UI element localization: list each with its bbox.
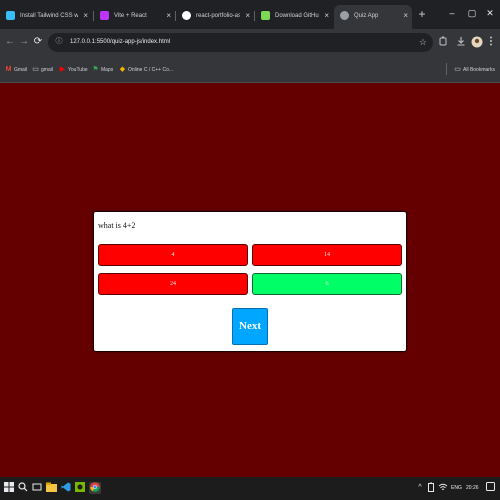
bookmark-gmail-folder[interactable]: ▭ gmail — [32, 64, 53, 76]
browser-window: Install Tailwind CSS with × Vite + React… — [0, 0, 500, 500]
forward-button[interactable]: → — [17, 35, 31, 49]
extensions-icon[interactable] — [437, 36, 449, 48]
wifi-icon[interactable] — [437, 482, 449, 494]
tab-quiz-app[interactable]: Quiz App × — [334, 5, 412, 29]
tab-title: Quiz App — [354, 13, 379, 19]
folder-icon: ▭ — [32, 66, 39, 73]
site-info-icon[interactable]: ⓘ — [53, 36, 65, 48]
menu-icon[interactable] — [485, 36, 497, 48]
bookmark-label: gmail — [41, 67, 53, 73]
close-tab-icon[interactable]: × — [166, 5, 171, 27]
battery-icon[interactable] — [425, 482, 437, 494]
windows-start-icon[interactable] — [3, 482, 15, 494]
github-desktop-favicon-icon — [261, 11, 270, 20]
clock[interactable]: 20:26 — [466, 477, 479, 500]
task-view-icon[interactable] — [31, 482, 43, 494]
minimize-button[interactable]: – — [444, 5, 460, 21]
tab-tailwind[interactable]: Install Tailwind CSS with × — [0, 5, 92, 27]
address-bar[interactable]: ⓘ 127.0.0.1:5500/quiz-app-js/index.html … — [48, 33, 433, 52]
maps-icon: ⚑ — [92, 66, 99, 73]
taskbar: ^ ENG 20:26 — [0, 477, 500, 500]
tab-title: Download GitHub client — [275, 13, 319, 19]
tab-strip: Install Tailwind CSS with × Vite + React… — [0, 0, 500, 29]
tab-github-repo[interactable]: react-portfolio-assets-l × — [176, 5, 254, 27]
answer-button-4[interactable]: 6 — [252, 273, 402, 295]
new-tab-button[interactable]: + — [415, 5, 429, 23]
answer-button-2[interactable]: 14 — [252, 244, 402, 266]
tab-title: Vite + React — [114, 13, 147, 19]
bookmark-online-compiler[interactable]: ◆ Online C / C++ Co... — [119, 64, 173, 76]
bookmark-maps[interactable]: ⚑ Maps — [92, 64, 113, 76]
bookmark-gmail[interactable]: M Gmail — [5, 64, 27, 76]
notification-icon[interactable] — [484, 482, 496, 494]
bookmark-label: Gmail — [14, 67, 28, 73]
reload-button[interactable]: ⟳ — [31, 35, 45, 49]
answer-button-1[interactable]: 4 — [98, 244, 248, 266]
folder-icon: ▭ — [454, 66, 461, 73]
download-icon[interactable] — [455, 36, 467, 48]
tab-vite-react[interactable]: Vite + React × — [94, 5, 175, 27]
code-icon: ◆ — [119, 66, 126, 73]
bookmark-star-icon[interactable]: ☆ — [419, 35, 427, 49]
gmail-icon: M — [5, 66, 12, 73]
all-bookmarks-button[interactable]: ▭ All Bookmarks — [454, 64, 495, 76]
youtube-icon: ▶ — [59, 66, 66, 73]
all-bookmarks-label: All Bookmarks — [463, 67, 495, 73]
bookmark-label: Online C / C++ Co... — [128, 67, 174, 73]
answer-button-3[interactable]: 24 — [98, 273, 248, 295]
bookmark-label: Maps — [101, 67, 114, 73]
back-button[interactable]: ← — [3, 35, 17, 49]
close-tab-icon[interactable]: × — [83, 5, 88, 27]
question-text: what is 4+2 — [98, 221, 136, 230]
vscode-icon[interactable] — [60, 482, 72, 494]
github-favicon-icon — [182, 11, 191, 20]
quiz-card: what is 4+2 4 14 24 6 Next — [93, 211, 407, 352]
close-tab-icon[interactable]: × — [324, 5, 329, 27]
tab-github-download[interactable]: Download GitHub client × — [255, 5, 333, 27]
search-icon[interactable] — [17, 482, 29, 494]
close-tab-icon[interactable]: × — [403, 5, 408, 27]
file-explorer-icon[interactable] — [45, 482, 57, 494]
bookmarks-divider — [446, 63, 447, 75]
language-indicator[interactable]: ENG — [451, 477, 462, 500]
close-tab-icon[interactable]: × — [245, 5, 250, 27]
browser-toolbar: ← → ⟳ ⓘ 127.0.0.1:5500/quiz-app-js/index… — [0, 29, 500, 57]
page-viewport: what is 4+2 4 14 24 6 Next — [0, 83, 500, 477]
chrome-icon[interactable] — [89, 482, 101, 494]
bookmark-label: YouTube — [68, 67, 88, 73]
vite-favicon-icon — [100, 11, 109, 20]
tab-title: Install Tailwind CSS with — [20, 13, 78, 19]
tailwind-favicon-icon — [6, 11, 15, 20]
tab-title: react-portfolio-assets-l — [196, 13, 240, 19]
next-button[interactable]: Next — [232, 308, 268, 345]
bookmarks-bar: M Gmail ▭ gmail ▶ YouTube ⚑ Maps ◆ Onlin… — [0, 57, 500, 83]
globe-favicon-icon — [340, 11, 349, 20]
url-text[interactable]: 127.0.0.1:5500/quiz-app-js/index.html — [70, 33, 170, 52]
close-window-button[interactable]: ✕ — [482, 5, 498, 21]
bookmark-youtube[interactable]: ▶ YouTube — [59, 64, 88, 76]
profile-icon[interactable] — [471, 36, 483, 48]
nvidia-icon[interactable] — [74, 482, 86, 494]
maximize-button[interactable]: ▢ — [464, 5, 480, 21]
